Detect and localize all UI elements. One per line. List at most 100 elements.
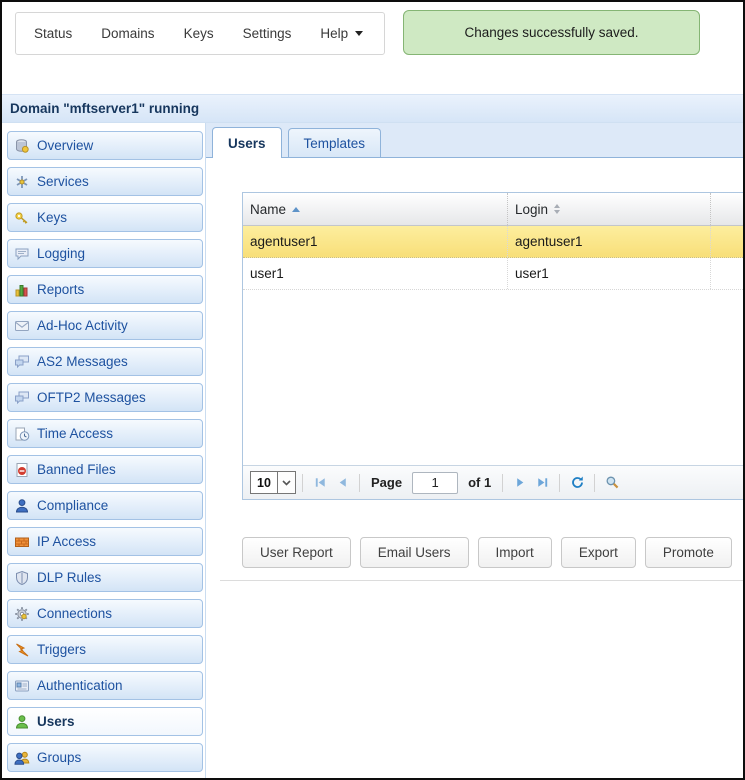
table-cell: user1 bbox=[243, 258, 508, 289]
next-page-button[interactable] bbox=[511, 474, 529, 492]
sidebar-item-time-access[interactable]: Time Access bbox=[7, 419, 203, 448]
id-card-icon bbox=[14, 678, 30, 694]
shield-icon bbox=[14, 570, 30, 586]
menu-item-label: Status bbox=[34, 26, 73, 41]
menu-item-keys[interactable]: Keys bbox=[184, 26, 214, 41]
table-cell: agentuser1 bbox=[243, 226, 508, 257]
user-report-button[interactable]: User Report bbox=[242, 537, 351, 568]
menu-item-status[interactable]: Status bbox=[34, 26, 72, 41]
sidebar-item-label: Users bbox=[37, 714, 75, 729]
sidebar-item-dlp-rules[interactable]: DLP Rules bbox=[7, 563, 203, 592]
sidebar-item-triggers[interactable]: Triggers bbox=[7, 635, 203, 664]
sidebar-item-groups[interactable]: Groups bbox=[7, 743, 203, 772]
success-alert-text: Changes successfully saved. bbox=[464, 25, 639, 40]
table-cell bbox=[711, 226, 743, 257]
sidebar-item-label: Ad-Hoc Activity bbox=[37, 318, 128, 333]
table-cell: agentuser1 bbox=[508, 226, 711, 257]
pagination-toolbar: 10 Page of 1 bbox=[243, 465, 743, 499]
sidebar-item-overview[interactable]: Overview bbox=[7, 131, 203, 160]
sidebar-item-users[interactable]: Users bbox=[7, 707, 203, 736]
sidebar-item-label: Authentication bbox=[37, 678, 123, 693]
sidebar-item-authentication[interactable]: Authentication bbox=[7, 671, 203, 700]
bar-chart-icon bbox=[14, 282, 30, 298]
menu-item-label: Keys bbox=[183, 26, 214, 41]
first-page-button[interactable] bbox=[311, 474, 329, 492]
key-icon bbox=[14, 210, 30, 226]
column-header-label: Login bbox=[515, 201, 549, 217]
last-page-button[interactable] bbox=[533, 474, 551, 492]
sidebar-item-label: Keys bbox=[37, 210, 68, 225]
page-input[interactable] bbox=[412, 471, 459, 494]
top-menu-bar: Status Domains Keys Settings Help bbox=[15, 12, 385, 55]
sidebar-item-label: Compliance bbox=[37, 498, 109, 513]
tab-strip: Users Templates bbox=[206, 123, 743, 158]
sidebar-item-keys[interactable]: Keys bbox=[7, 203, 203, 232]
first-page-icon bbox=[315, 478, 325, 487]
sidebar-item-ad-hoc-activity[interactable]: Ad-Hoc Activity bbox=[7, 311, 203, 340]
messages-icon bbox=[14, 354, 30, 370]
messages-icon bbox=[14, 390, 30, 406]
column-header-login[interactable]: Login bbox=[508, 193, 711, 225]
gear-icon bbox=[14, 606, 30, 622]
pager-separator bbox=[594, 473, 596, 492]
grid-body: agentuser1 agentuser1 user1 user1 bbox=[243, 226, 743, 290]
table-row-user1[interactable]: user1 user1 bbox=[243, 258, 743, 290]
sidebar-item-banned-files[interactable]: Banned Files bbox=[7, 455, 203, 484]
people-group-icon bbox=[14, 750, 30, 766]
action-button-bar: User Report Email Users Import Export Promot… bbox=[242, 537, 732, 568]
email-users-button[interactable]: Email Users bbox=[359, 537, 469, 568]
column-header-extra[interactable] bbox=[711, 193, 743, 225]
search-button[interactable] bbox=[603, 474, 621, 492]
sidebar-item-reports[interactable]: Reports bbox=[7, 275, 203, 304]
pager-separator bbox=[359, 473, 360, 492]
promote-button[interactable]: Promote bbox=[644, 537, 732, 568]
tab-templates[interactable]: Templates bbox=[287, 128, 382, 157]
speech-bubble-icon bbox=[14, 246, 30, 262]
menu-item-settings[interactable]: Settings bbox=[243, 26, 292, 41]
column-header-name[interactable]: Name bbox=[243, 193, 508, 225]
sidebar-item-label: Overview bbox=[37, 138, 94, 153]
envelope-icon bbox=[14, 318, 30, 334]
tab-label: Users bbox=[228, 135, 266, 151]
sidebar-item-as2-messages[interactable]: AS2 Messages bbox=[7, 347, 203, 376]
domain-status-bar: Domain "mftserver1" running bbox=[2, 94, 743, 123]
sidebar-item-label: Groups bbox=[37, 750, 82, 765]
pager-separator bbox=[502, 473, 504, 492]
sidebar-item-services[interactable]: Services bbox=[7, 167, 203, 196]
menu-item-domains[interactable]: Domains bbox=[101, 26, 154, 41]
export-button[interactable]: Export bbox=[560, 537, 636, 568]
sidebar-item-label: IP Access bbox=[37, 534, 97, 549]
sidebar-item-label: Triggers bbox=[37, 642, 87, 657]
sort-asc-icon bbox=[292, 206, 301, 212]
sort-both-icon bbox=[554, 204, 561, 214]
sidebar-item-label: OFTP2 Messages bbox=[37, 390, 146, 405]
search-icon bbox=[606, 476, 619, 489]
sidebar-item-label: DLP Rules bbox=[37, 570, 102, 585]
table-cell bbox=[711, 258, 743, 289]
sidebar-item-ip-access[interactable]: IP Access bbox=[7, 527, 203, 556]
next-page-icon bbox=[516, 478, 524, 487]
refresh-icon bbox=[571, 476, 583, 488]
page-count-label: of 1 bbox=[468, 475, 492, 490]
page-label: Page bbox=[371, 475, 403, 490]
sidebar-item-label: Reports bbox=[37, 282, 85, 297]
last-page-icon bbox=[537, 478, 547, 487]
menu-item-help[interactable]: Help bbox=[320, 26, 364, 41]
menu-item-label: Help bbox=[320, 26, 349, 41]
tab-label: Templates bbox=[303, 135, 366, 151]
page-size-select[interactable]: 10 bbox=[250, 471, 296, 494]
tab-users[interactable]: Users bbox=[212, 127, 282, 158]
table-row-agentuser1[interactable]: agentuser1 agentuser1 bbox=[243, 226, 743, 258]
sidebar-item-connections[interactable]: Connections bbox=[7, 599, 203, 628]
sidebar-item-logging[interactable]: Logging bbox=[7, 239, 203, 268]
sidebar-item-label: Connections bbox=[37, 606, 113, 621]
firewall-icon bbox=[14, 534, 30, 550]
content-divider bbox=[205, 123, 206, 778]
sidebar-item-oftp2-messages[interactable]: OFTP2 Messages bbox=[7, 383, 203, 412]
prev-page-button[interactable] bbox=[333, 474, 351, 492]
sidebar-item-compliance[interactable]: Compliance bbox=[7, 491, 203, 520]
import-button[interactable]: Import bbox=[477, 537, 552, 568]
app-window: Status Domains Keys Settings Help Changes su… bbox=[0, 0, 745, 780]
refresh-button[interactable] bbox=[568, 474, 586, 492]
grid-header-row: Name Login bbox=[243, 193, 743, 226]
